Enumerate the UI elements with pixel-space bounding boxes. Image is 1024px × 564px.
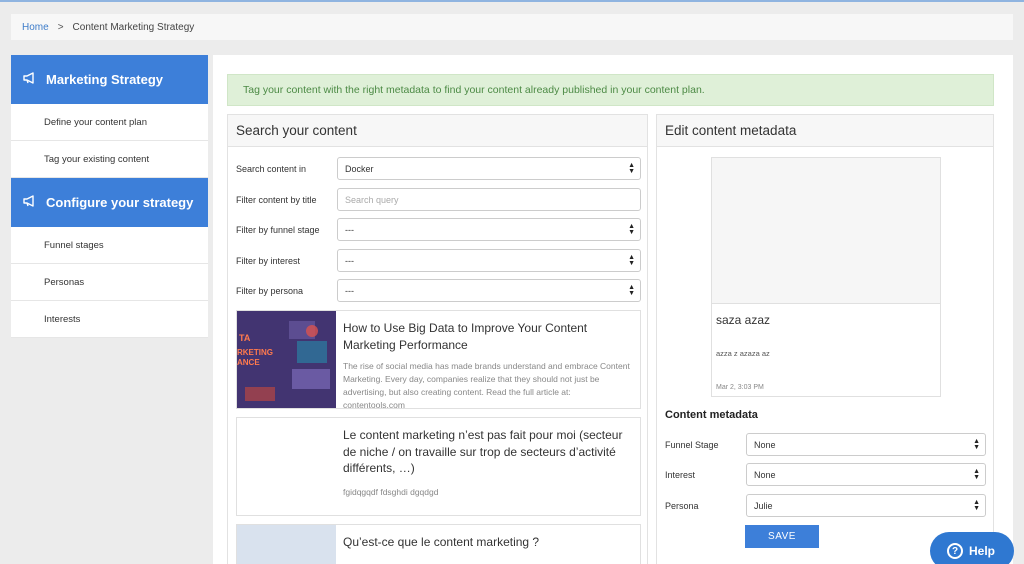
article-thumbnail: TA RKETING ANCE <box>237 311 336 408</box>
edit-metadata-panel: Edit content metadata saza azaz azza z a… <box>656 114 994 564</box>
article-thumbnail <box>237 525 336 564</box>
breadcrumb-current: Content Marketing Strategy <box>72 21 195 33</box>
metadata-label: Funnel Stage <box>665 439 719 450</box>
filter-row-funnel: Filter by funnel stage --- ▲ ▼ <box>236 218 641 241</box>
main-content: Tag your content with the right metadata… <box>213 55 1013 564</box>
interest-filter-select[interactable]: --- ▲ ▼ <box>337 249 641 272</box>
content-title: Qu’est-ce que le content marketing ? <box>343 535 540 549</box>
top-accent-line <box>0 0 1024 2</box>
title-search-input[interactable]: Search query <box>337 188 641 211</box>
persona-select[interactable]: Julie ▲ ▼ <box>746 494 986 517</box>
sidebar-section-title: Marketing Strategy <box>46 72 164 87</box>
filter-row-title: Filter content by title Search query <box>236 188 641 211</box>
metadata-row-persona: Persona Julie ▲ ▼ <box>665 494 986 517</box>
thumbnail-text: RKETING <box>237 348 273 357</box>
select-arrows-icon: ▲ ▼ <box>973 468 980 481</box>
sidebar-section-configure-strategy[interactable]: Configure your strategy <box>11 178 208 227</box>
preview-title: saza azaz <box>716 313 771 327</box>
sidebar-item-personas[interactable]: Personas <box>11 264 208 301</box>
funnel-stage-filter-select[interactable]: --- ▲ ▼ <box>337 218 641 241</box>
preview-date: Mar 2, 3:03 PM <box>716 384 764 391</box>
select-value: --- <box>345 224 354 235</box>
thumbnail-text: TA <box>239 333 251 343</box>
megaphone-icon <box>23 72 37 87</box>
content-description: The rise of social media has made brands… <box>343 361 630 409</box>
select-arrows-icon: ▲ ▼ <box>628 162 635 175</box>
select-value: --- <box>345 285 354 296</box>
filter-label: Filter by persona <box>236 285 304 296</box>
breadcrumb: Home > Content Marketing Strategy <box>11 14 1013 40</box>
sidebar-section-marketing-strategy[interactable]: Marketing Strategy <box>11 55 208 104</box>
persona-filter-select[interactable]: --- ▲ ▼ <box>337 279 641 302</box>
filter-label: Filter by funnel stage <box>236 224 320 235</box>
filter-label: Filter content by title <box>236 194 317 205</box>
sidebar-item-interests[interactable]: Interests <box>11 301 208 338</box>
funnel-stage-select[interactable]: None ▲ ▼ <box>746 433 986 456</box>
sidebar-item-define-content-plan[interactable]: Define your content plan <box>11 104 208 141</box>
select-value: Julie <box>754 500 773 511</box>
content-title: Le content marketing n’est pas fait pour… <box>343 428 623 475</box>
metadata-label: Persona <box>665 500 699 511</box>
preview-description: azza z azaza az <box>716 349 770 358</box>
content-result-card[interactable]: Qu’est-ce que le content marketing ? <box>236 524 641 564</box>
breadcrumb-separator: > <box>57 21 64 33</box>
select-arrows-icon: ▲ ▼ <box>973 499 980 512</box>
info-alert: Tag your content with the right metadata… <box>227 74 994 106</box>
select-arrows-icon: ▲ ▼ <box>628 284 635 297</box>
content-preview-card: saza azaz azza z azaza az Mar 2, 3:03 PM <box>711 157 941 397</box>
metadata-label: Interest <box>665 469 696 480</box>
sidebar: Marketing Strategy Define your content p… <box>11 55 208 338</box>
search-source-select[interactable]: Docker ▲ ▼ <box>337 157 641 180</box>
content-result-card[interactable]: TA RKETING ANCE How to Use Big Data to I… <box>236 310 641 409</box>
filter-row-persona: Filter by persona --- ▲ ▼ <box>236 279 641 302</box>
save-button[interactable]: SAVE <box>745 525 819 548</box>
sidebar-item-tag-existing-content[interactable]: Tag your existing content <box>11 141 208 178</box>
select-value: None <box>754 469 776 480</box>
breadcrumb-home-link[interactable]: Home <box>22 22 49 33</box>
content-title: How to Use Big Data to Improve Your Cont… <box>343 321 588 352</box>
select-value: Docker <box>345 163 374 174</box>
select-value: None <box>754 439 776 450</box>
megaphone-icon <box>23 195 37 210</box>
help-label: Help <box>969 544 996 558</box>
article-thumbnail <box>237 418 336 515</box>
select-arrows-icon: ▲ ▼ <box>973 438 980 451</box>
sidebar-item-funnel-stages[interactable]: Funnel stages <box>11 227 208 264</box>
help-button[interactable]: ? Help <box>930 532 1014 564</box>
panel-title: Edit content metadata <box>657 115 993 147</box>
panel-title: Search your content <box>228 115 647 147</box>
metadata-row-interest: Interest None ▲ ▼ <box>665 463 986 486</box>
metadata-heading: Content metadata <box>665 409 758 421</box>
question-icon: ? <box>947 543 963 559</box>
metadata-row-funnel: Funnel Stage None ▲ ▼ <box>665 433 986 456</box>
sidebar-section-title: Configure your strategy <box>46 195 194 210</box>
select-value: --- <box>345 255 354 266</box>
thumbnail-text: ANCE <box>237 358 260 367</box>
filter-label: Search content in <box>236 163 307 174</box>
filter-label: Filter by interest <box>236 255 301 266</box>
select-arrows-icon: ▲ ▼ <box>628 223 635 236</box>
filter-row-source: Search content in Docker ▲ ▼ <box>236 157 641 180</box>
search-content-panel: Search your content Search content in Do… <box>227 114 648 564</box>
interest-select[interactable]: None ▲ ▼ <box>746 463 986 486</box>
content-result-card[interactable]: Le content marketing n’est pas fait pour… <box>236 417 641 516</box>
select-arrows-icon: ▲ ▼ <box>628 254 635 267</box>
preview-image <box>712 158 940 304</box>
content-description: fgidqgqdf fdsghdi dgqdgd <box>343 487 439 497</box>
filter-row-interest: Filter by interest --- ▲ ▼ <box>236 249 641 272</box>
